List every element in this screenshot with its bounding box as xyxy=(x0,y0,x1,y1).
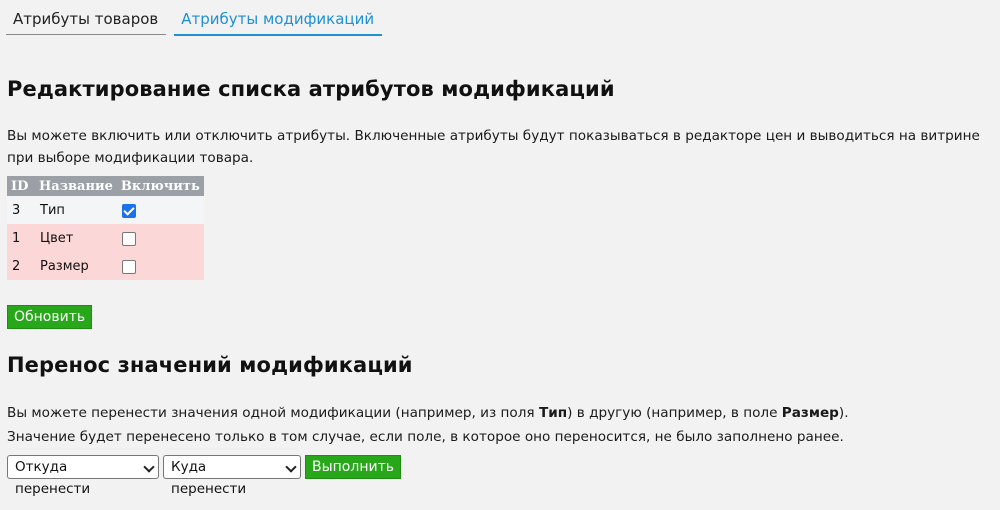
tab-bar: Атрибуты товаров Атрибуты модификаций xyxy=(6,6,383,36)
column-header-id: ID xyxy=(7,176,35,196)
row-id: 1 xyxy=(7,224,35,252)
row-id: 2 xyxy=(7,252,35,280)
table-row: 3 Тип xyxy=(7,196,204,224)
edit-section-title: Редактирование списка атрибутов модифика… xyxy=(7,77,615,101)
update-button[interactable]: Обновить xyxy=(7,305,93,329)
from-field-select[interactable]: Откуда перенести xyxy=(7,455,159,497)
row-name: Размер xyxy=(35,252,117,280)
to-field-select[interactable]: Куда перенести xyxy=(163,455,301,497)
row-name: Тип xyxy=(35,196,117,224)
transfer-description-line-1: Вы можете перенести значения одной модиф… xyxy=(7,405,849,421)
row-name: Цвет xyxy=(35,224,117,252)
table-row: 2 Размер xyxy=(7,252,204,280)
column-header-name: Название xyxy=(35,176,117,196)
enable-checkbox[interactable] xyxy=(121,232,136,246)
tab-product-attributes[interactable]: Атрибуты товаров xyxy=(6,6,167,35)
chevron-down-icon xyxy=(285,461,297,473)
transfer-description-line-2: Значение будет перенесено только в том с… xyxy=(7,429,844,445)
column-header-enable: Включить xyxy=(116,176,204,196)
row-id: 3 xyxy=(7,196,35,224)
attributes-table: ID Название Включить 3 Тип 1 Цвет 2 Разм… xyxy=(7,176,204,280)
table-row: 1 Цвет xyxy=(7,224,204,252)
enable-checkbox[interactable] xyxy=(121,260,136,274)
transfer-section-title: Перенос значений модификаций xyxy=(7,353,413,377)
table-header-row: ID Название Включить xyxy=(7,176,204,196)
run-button[interactable]: Выполнить xyxy=(305,455,401,479)
enable-checkbox[interactable] xyxy=(121,204,136,218)
edit-section-description: Вы можете включить или отключить атрибут… xyxy=(7,128,980,166)
chevron-down-icon xyxy=(143,461,155,473)
tab-modification-attributes[interactable]: Атрибуты модификаций xyxy=(174,6,383,36)
